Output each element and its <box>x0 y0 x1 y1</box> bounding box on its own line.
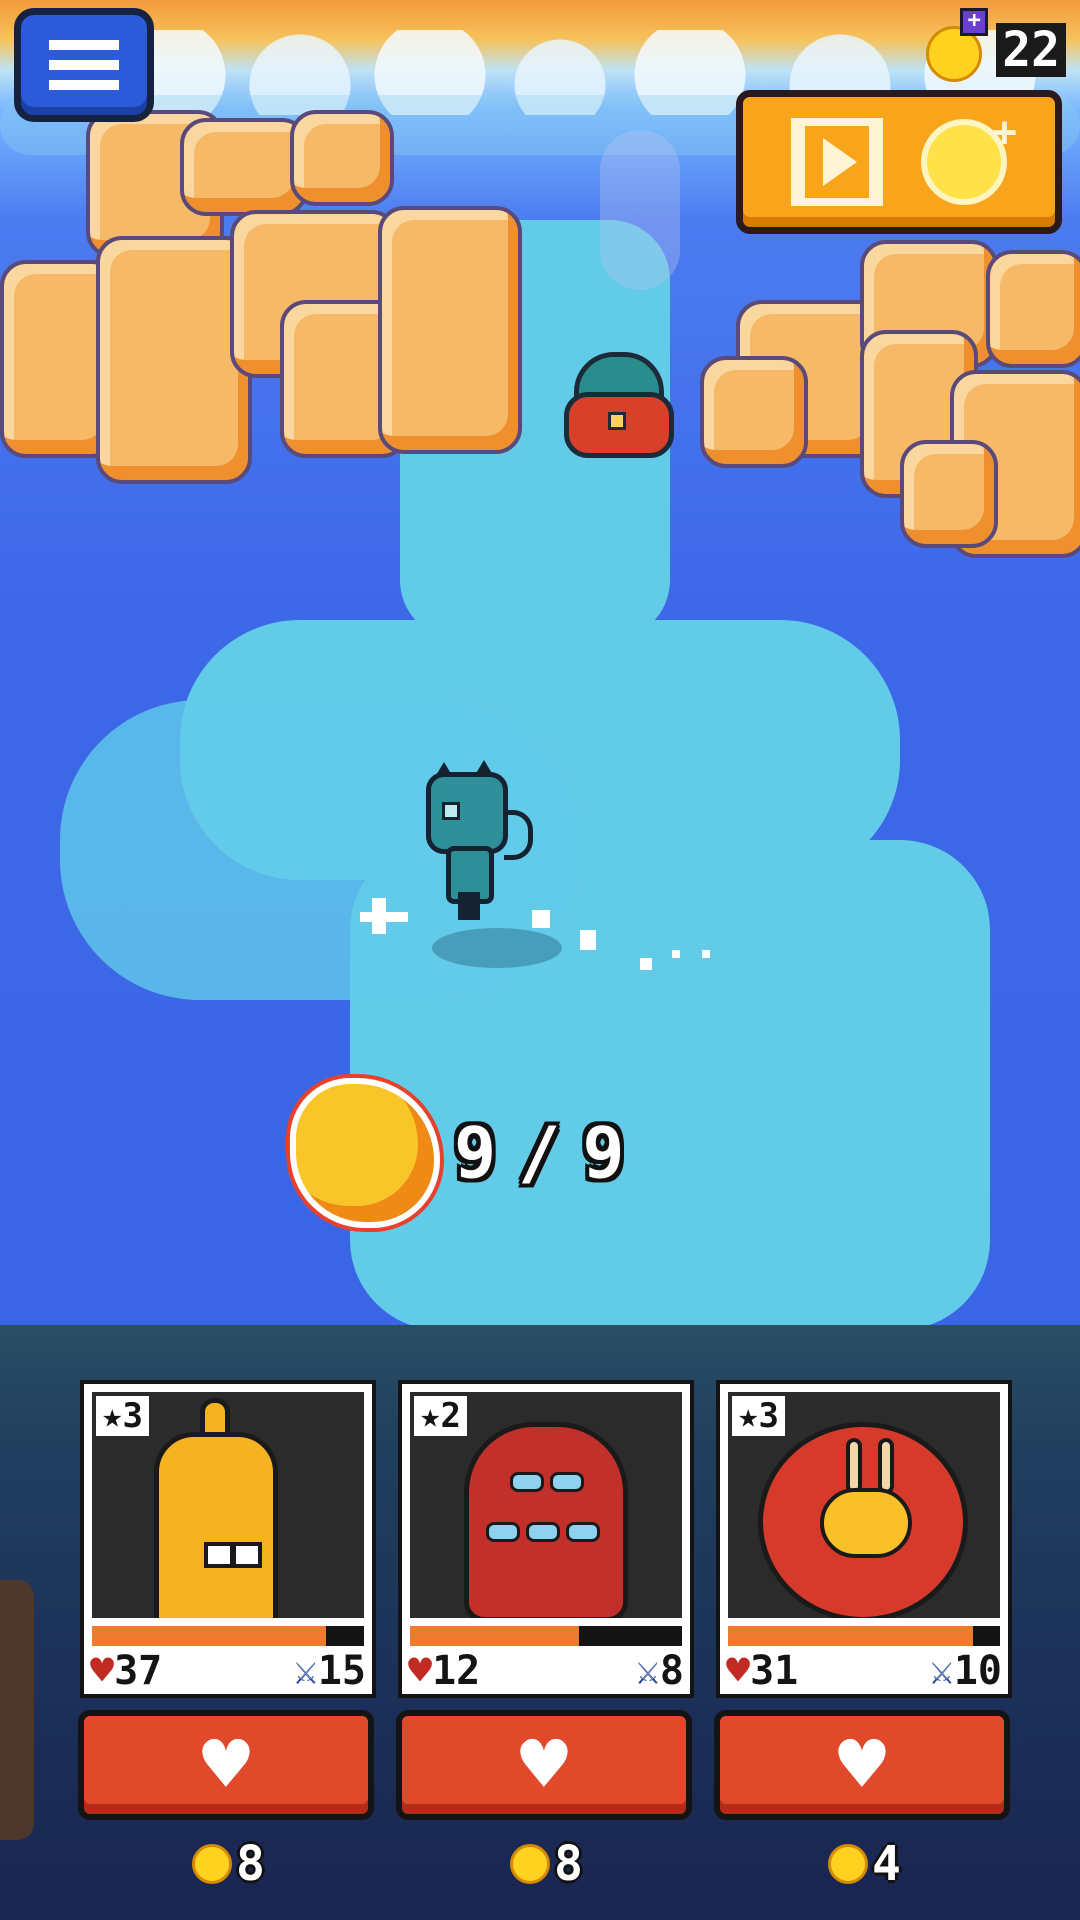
hero-creature[interactable] <box>418 760 538 922</box>
enemy-creature[interactable] <box>560 352 674 458</box>
hp-bar <box>728 1626 1000 1646</box>
hp-bar-fill <box>728 1626 973 1646</box>
party-card-3[interactable]: ★3 ♥31 ⚔10 <box>716 1380 1012 1698</box>
offscreen-object <box>0 1580 34 1840</box>
rank-badge: ★2 <box>414 1396 467 1436</box>
cost-value: 8 <box>554 1836 583 1892</box>
stats-row: ♥12 ⚔8 <box>408 1648 684 1694</box>
creature-horn <box>878 1438 894 1494</box>
splash-particle <box>532 910 550 928</box>
rock <box>378 206 522 454</box>
stats-row: ♥31 ⚔10 <box>726 1648 1002 1694</box>
sword-icon: ⚔ <box>929 1648 954 1694</box>
hp-bar <box>410 1626 682 1646</box>
hero-head <box>426 772 508 854</box>
watch-video-for-coins-button[interactable]: + <box>736 90 1062 234</box>
coin-icon <box>828 1844 868 1884</box>
fire-icon <box>290 1078 440 1228</box>
red-many-eyed-creature <box>464 1422 628 1618</box>
cost-value: 8 <box>236 1836 265 1892</box>
creature-portrait: ★3 <box>728 1392 1000 1618</box>
coin-icon <box>192 1844 232 1884</box>
sword-icon: ⚔ <box>293 1648 318 1694</box>
attack-value: 15 <box>317 1648 366 1694</box>
coin-plus-icon: + <box>921 107 1017 205</box>
heart-icon: ♥ <box>90 1648 115 1694</box>
hero-legs <box>458 892 480 920</box>
rock <box>986 250 1080 368</box>
rock <box>900 440 998 548</box>
heart-icon: ♥ <box>408 1648 433 1694</box>
party-card-1[interactable]: ★3 ♥37 ⚔15 <box>80 1380 376 1698</box>
heal-cost-1: 8 <box>192 1836 265 1892</box>
creature-eye <box>486 1522 520 1542</box>
coin-plus-icon: + <box>926 8 990 82</box>
heal-button-3[interactable]: ♥ <box>714 1710 1010 1820</box>
splash-particle <box>672 950 680 958</box>
creature-eye <box>566 1522 600 1542</box>
creature-eye <box>510 1472 544 1492</box>
rank-badge: ★3 <box>732 1396 785 1436</box>
heart-icon: ♥ <box>519 1718 569 1811</box>
stats-row: ♥37 ⚔15 <box>90 1648 366 1694</box>
heart-icon: ♥ <box>201 1718 251 1811</box>
rock <box>180 118 308 216</box>
heal-cost-3: 4 <box>828 1836 901 1892</box>
attack-value: 8 <box>659 1648 684 1694</box>
ghost-creature <box>600 130 680 290</box>
heart-icon: ♥ <box>726 1648 751 1694</box>
yellow-banana-creature <box>154 1432 278 1618</box>
creature-eye <box>232 1542 262 1568</box>
attack-value: 10 <box>953 1648 1002 1694</box>
hp-value: 31 <box>750 1648 799 1694</box>
splash-particle <box>372 898 386 934</box>
creature-eye <box>204 1542 234 1568</box>
heal-button-2[interactable]: ♥ <box>396 1710 692 1820</box>
creature-horn <box>846 1438 862 1494</box>
hp-value: 12 <box>432 1648 481 1694</box>
heal-button-1[interactable]: ♥ <box>78 1710 374 1820</box>
fire-max: 9 <box>582 1112 633 1194</box>
creature-portrait: ★3 <box>92 1392 364 1618</box>
rank-badge: ★3 <box>96 1396 149 1436</box>
sword-icon: ⚔ <box>635 1648 660 1694</box>
hamburger-menu-icon <box>49 30 119 100</box>
hero-eye <box>442 802 460 820</box>
creature-face <box>820 1488 912 1558</box>
heal-cost-2: 8 <box>510 1836 583 1892</box>
creature-eye <box>550 1472 584 1492</box>
splash-particle <box>580 930 596 950</box>
currency-count: 22 <box>996 23 1066 77</box>
cost-value: 4 <box>872 1836 901 1892</box>
hp-bar <box>92 1626 364 1646</box>
fire-separator: / <box>518 1112 569 1194</box>
rock <box>290 110 394 206</box>
splash-particle <box>640 958 652 970</box>
rock <box>700 356 808 468</box>
fire-current: 9 <box>454 1112 505 1194</box>
heart-icon: ♥ <box>837 1718 887 1811</box>
enemy-eye <box>608 412 626 430</box>
creature-eye <box>526 1522 560 1542</box>
hero-shadow <box>432 928 562 968</box>
fire-counter: 9 / 9 <box>290 1078 632 1228</box>
menu-button[interactable] <box>14 8 154 122</box>
rock <box>96 236 252 484</box>
splash-particle <box>702 950 710 958</box>
hp-value: 37 <box>114 1648 163 1694</box>
hero-tail <box>504 810 533 860</box>
party-card-2[interactable]: ★2 ♥12 ⚔8 <box>398 1380 694 1698</box>
coin-icon <box>510 1844 550 1884</box>
currency-display[interactable]: + 22 <box>926 8 1066 82</box>
creature-portrait: ★2 <box>410 1392 682 1618</box>
film-play-icon <box>791 118 883 206</box>
hp-bar-fill <box>410 1626 579 1646</box>
hp-bar-fill <box>92 1626 326 1646</box>
